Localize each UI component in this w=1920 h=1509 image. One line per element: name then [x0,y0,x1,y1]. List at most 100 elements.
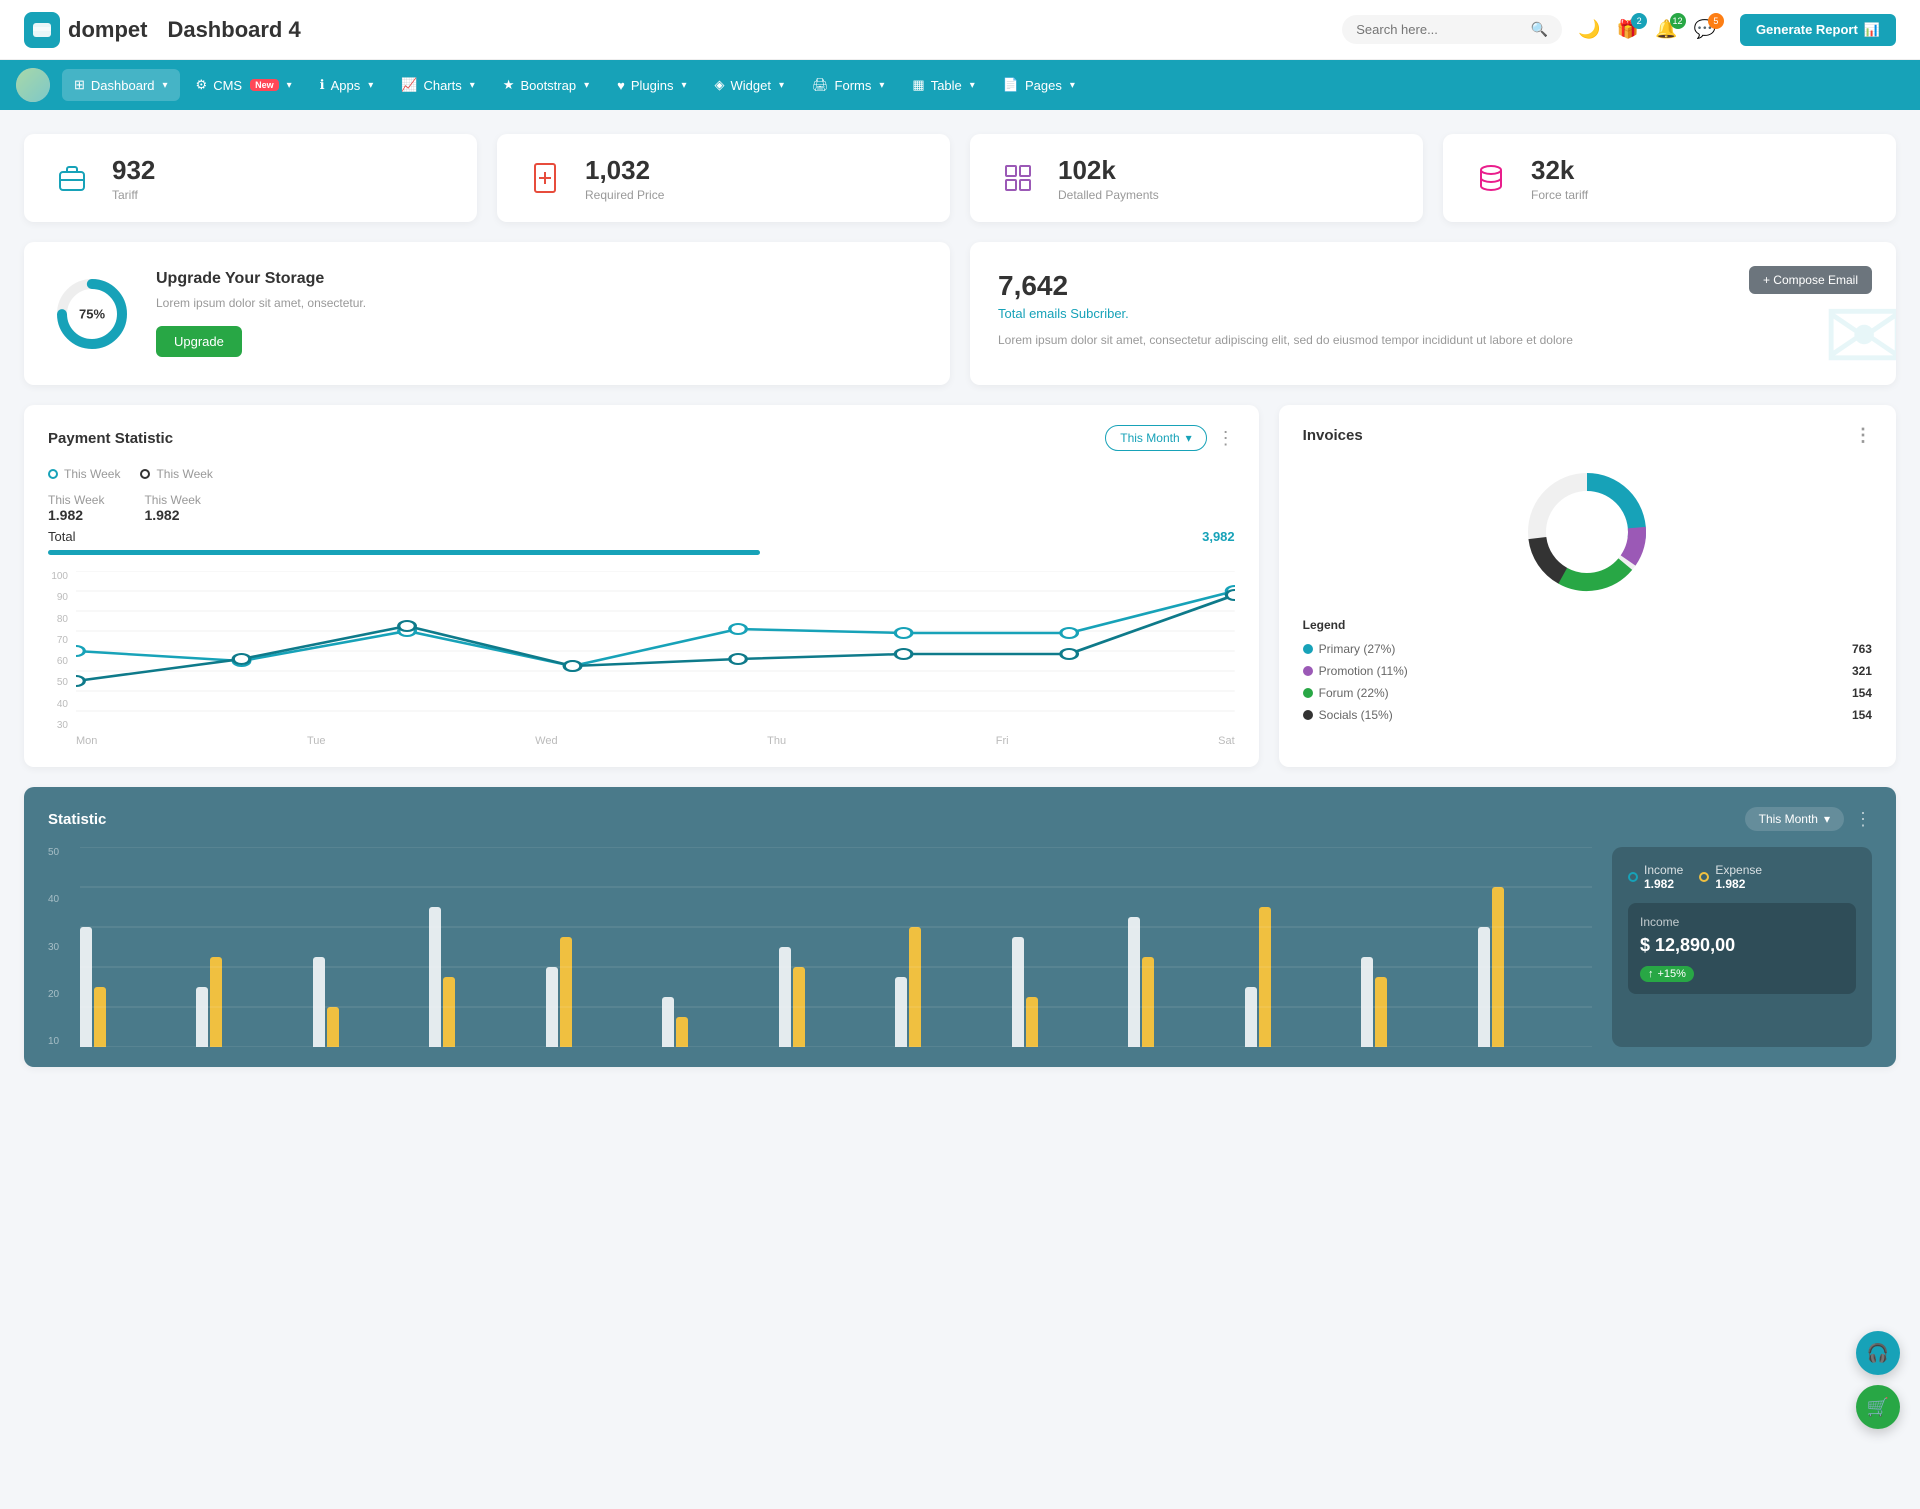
statistic-inner: Statistic This Month ▾ ⋮ 5040302010 [48,807,1872,1047]
invoices-more-button[interactable]: ⋮ [1854,425,1872,446]
statistic-y-axis: 5040302010 [48,847,59,1047]
moon-icon[interactable]: 🌙 [1578,19,1600,40]
upgrade-button[interactable]: Upgrade [156,326,242,357]
expense-legend-val: 1.982 [1715,877,1762,891]
invoices-donut-chart [1517,462,1657,602]
statistic-more-button[interactable]: ⋮ [1854,809,1872,830]
nav-item-table[interactable]: ▦ Table ▾ [900,69,986,101]
bell-button[interactable]: 🔔12 [1655,19,1677,40]
nav-label-forms: Forms [835,78,872,93]
nav-label-widget: Widget [731,78,771,93]
this-month-dropdown[interactable]: This Month ▾ [1105,425,1206,451]
email-desc: Lorem ipsum dolor sit amet, consectetur … [998,331,1868,349]
invoices-title: Invoices ⋮ [1303,425,1872,446]
logo[interactable]: dompet [24,12,147,48]
nav-label-dashboard: Dashboard [91,78,155,93]
middle-row: 75% Upgrade Your Storage Lorem ipsum dol… [24,242,1896,385]
inv-legend-socials: Socials (15%) 154 [1303,708,1872,722]
income-box: Income $ 12,890,00 ↑ +15% [1628,903,1856,994]
storage-donut: 75% [52,274,132,354]
expense-dot [1699,872,1709,882]
legend-label-1: This Week [64,467,120,481]
storage-info: Upgrade Your Storage Lorem ipsum dolor s… [156,270,366,357]
more-options-button[interactable]: ⋮ [1217,428,1235,449]
statistic-month-dropdown[interactable]: This Month ▾ [1745,807,1844,831]
primary-dot [1303,644,1313,654]
force-tariff-label: Force tariff [1531,188,1588,202]
expense-legend-label: Expense [1715,863,1762,877]
nav-item-forms[interactable]: 🖨 Forms ▾ [800,69,896,101]
stat-card-force-tariff: 32k Force tariff [1443,134,1896,222]
chevron-down-icon-7: ▾ [779,80,784,91]
nav-item-apps[interactable]: ℹ Apps ▾ [308,69,386,101]
settings-float-button[interactable]: 🛒 [1856,1385,1900,1429]
legend-val-1: 1.982 [48,507,83,523]
main-nav: ⊞ Dashboard ▾ ⚙ CMS New ▾ ℹ Apps ▾ 📈 Cha… [0,60,1920,110]
force-tariff-value: 32k [1531,155,1588,186]
storage-percent: 75% [79,306,105,321]
inv-legend-forum-label: Forum (22%) [1303,686,1389,700]
nav-item-widget[interactable]: ◈ Widget ▾ [703,69,797,101]
legend-item-2: This Week [140,467,212,481]
search-input[interactable] [1356,22,1523,37]
invoices-legend-header: Legend [1303,618,1872,632]
nav-item-pages[interactable]: 📄 Pages ▾ [991,69,1087,101]
forum-label: Forum (22%) [1319,686,1389,700]
total-progress-bar [48,550,760,555]
nav-item-plugins[interactable]: ♥ Plugins ▾ [605,70,698,101]
nav-item-cms[interactable]: ⚙ CMS New ▾ [184,69,304,101]
generate-report-button[interactable]: Generate Report 📊 [1740,14,1896,46]
settings-icon: 🛒 [1867,1397,1889,1418]
search-bar[interactable]: 🔍 [1342,15,1562,44]
statistic-right-panel: Income 1.982 Expense 1.982 [1612,847,1872,1047]
line-chart-container: 10090807060504030 [48,571,1235,747]
income-legend-item: Income 1.982 [1628,863,1683,891]
gift-badge: 2 [1631,13,1647,29]
nav-item-charts[interactable]: 📈 Charts ▾ [389,69,487,101]
chevron-down-icon-10: ▾ [1070,80,1075,91]
nav-avatar[interactable] [16,68,50,102]
chevron-down-icon-8: ▾ [879,80,884,91]
legend-item-1: This Week [48,467,120,481]
storage-card: 75% Upgrade Your Storage Lorem ipsum dol… [24,242,950,385]
cms-new-badge: New [250,79,279,91]
layers-icon [1467,154,1515,202]
charts-icon: 📈 [401,77,417,93]
main-content: 932 Tariff 1,032 Required Price 102k Det… [0,110,1920,1111]
bar-chart-grid [80,847,1592,1047]
headphone-icon: 🎧 [1867,1343,1889,1364]
nav-item-bootstrap[interactable]: ★ Bootstrap ▾ [491,69,601,101]
bootstrap-icon: ★ [503,77,515,93]
primary-value: 763 [1852,642,1872,656]
gift-button[interactable]: 🎁2 [1617,19,1639,40]
statistic-title: Statistic [48,811,106,828]
detailed-payments-value: 102k [1058,155,1159,186]
generate-report-label: Generate Report [1756,22,1858,37]
forum-dot [1303,688,1313,698]
nav-label-apps: Apps [331,78,361,93]
nav-item-dashboard[interactable]: ⊞ Dashboard ▾ [62,69,180,101]
y-axis: 10090807060504030 [48,571,76,731]
support-float-button[interactable]: 🎧 [1856,1331,1900,1375]
apps-icon: ℹ [320,77,325,93]
tariff-label: Tariff [112,188,155,202]
file-plus-icon [521,154,569,202]
forms-icon: 🖨 [812,77,829,93]
cms-icon: ⚙ [196,77,208,93]
email-count: 7,642 [998,270,1868,302]
plugins-icon: ♥ [617,78,625,93]
chat-button[interactable]: 💬5 [1694,19,1716,40]
header: dompet Dashboard 4 🔍 🌙 🎁2 🔔12 💬5 Generat… [0,0,1920,60]
x-label-wed: Wed [535,735,557,747]
header-icons: 🌙 🎁2 🔔12 💬5 Generate Report 📊 [1578,14,1896,46]
inv-legend-promotion-label: Promotion (11%) [1303,664,1408,678]
income-legend-label: Income [1644,863,1683,877]
statistic-header: Statistic This Month ▾ ⋮ [48,807,1872,831]
total-row: Total 3,982 [48,529,1235,544]
income-box-label: Income [1640,915,1844,929]
primary-label: Primary (27%) [1319,642,1396,656]
search-icon: 🔍 [1531,21,1548,38]
promotion-label: Promotion (11%) [1319,664,1408,678]
x-label-mon: Mon [76,735,97,747]
stat-card-tariff: 932 Tariff [24,134,477,222]
